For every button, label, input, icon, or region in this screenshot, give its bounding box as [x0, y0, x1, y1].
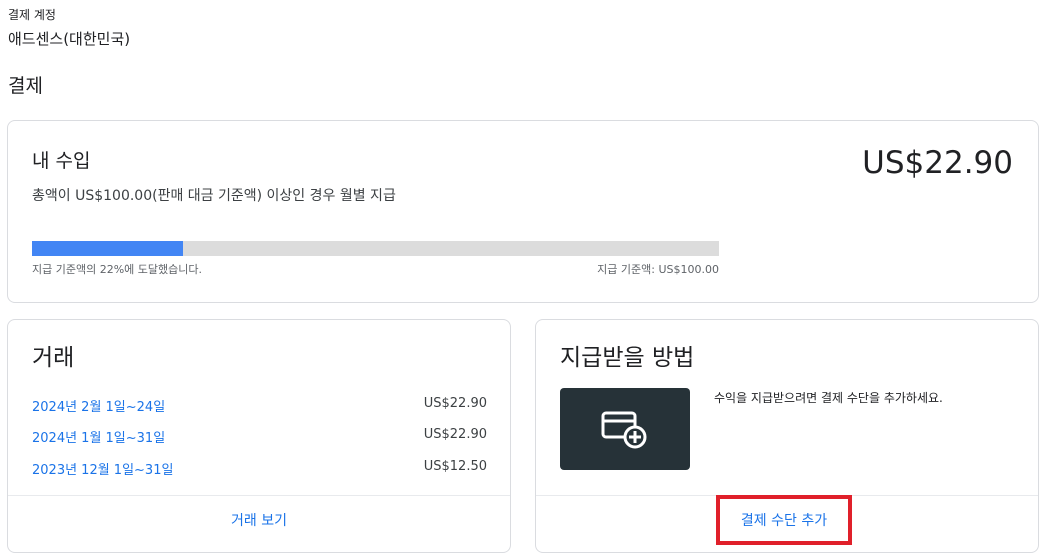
table-row: 2023년 12월 1일~31일 US$12.50 — [32, 459, 487, 479]
transaction-amount: US$22.90 — [423, 396, 487, 411]
payment-method-message: 수익을 지급받으려면 결제 수단을 추가하세요. — [714, 391, 943, 405]
add-payment-method-link[interactable]: 결제 수단 추가 — [741, 510, 827, 530]
payment-threshold-progress — [32, 241, 719, 256]
payment-method-tile — [560, 388, 690, 470]
progress-fill — [32, 241, 184, 256]
page-title: 결제 — [8, 75, 43, 97]
table-row: 2024년 1월 1일~31일 US$22.90 — [32, 427, 487, 447]
progress-status-text: 지급 기준액의 22%에 도달했습니다. — [32, 263, 202, 276]
billing-account-name: 애드센스(대한민국) — [8, 30, 131, 48]
payment-method-card: 지급받을 방법 수익을 지급받으려면 결제 수단을 추가하세요. 결제 수단 추… — [535, 319, 1039, 553]
transactions-title: 거래 — [32, 345, 75, 371]
earnings-card: 내 수입 총액이 US$100.00(판매 대금 기준액) 이상인 경우 월별 … — [7, 120, 1039, 303]
table-row: 2024년 2월 1일~24일 US$22.90 — [32, 396, 487, 416]
billing-account-label: 결제 계정 — [8, 8, 56, 22]
transaction-amount: US$22.90 — [423, 427, 487, 442]
transaction-amount: US$12.50 — [423, 459, 487, 474]
payment-method-title: 지급받을 방법 — [560, 345, 695, 371]
add-card-icon — [601, 411, 647, 449]
earnings-title: 내 수입 — [32, 150, 91, 172]
view-transactions-link[interactable]: 거래 보기 — [8, 510, 510, 530]
earnings-amount: US$22.90 — [862, 145, 1013, 181]
transactions-card: 거래 2024년 2월 1일~24일 US$22.90 2024년 1월 1일~… — [7, 319, 511, 553]
add-payment-method-highlight: 결제 수단 추가 — [716, 495, 852, 545]
transaction-date-link[interactable]: 2024년 2월 1일~24일 — [32, 396, 165, 415]
transaction-date-link[interactable]: 2023년 12월 1일~31일 — [32, 459, 173, 478]
earnings-description: 총액이 US$100.00(판매 대금 기준액) 이상인 경우 월별 지급 — [32, 188, 396, 204]
divider — [8, 495, 510, 496]
transaction-date-link[interactable]: 2024년 1월 1일~31일 — [32, 427, 165, 446]
payment-threshold-text: 지급 기준액: US$100.00 — [597, 263, 719, 276]
